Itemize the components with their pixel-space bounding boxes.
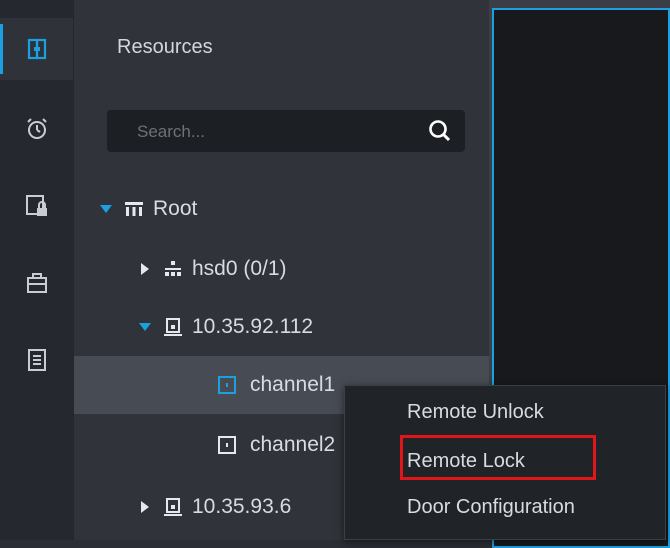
caret-down-icon[interactable] <box>99 202 113 216</box>
search-input[interactable] <box>107 110 439 154</box>
tree-node-hsd0[interactable]: hsd0 (0/1) <box>74 240 554 298</box>
tree-node-label: hsd0 (0/1) <box>192 257 287 280</box>
channel-icon <box>218 376 236 394</box>
menu-item-door-configuration[interactable]: Door Configuration <box>407 496 575 519</box>
root-server-icon <box>125 202 143 216</box>
search-icon[interactable] <box>427 118 453 144</box>
alarm-clock-icon <box>26 118 47 139</box>
tree-node-root[interactable]: Root <box>74 180 515 238</box>
context-menu: Remote Unlock Remote Lock Door Configura… <box>344 385 666 540</box>
rail-item-alarm[interactable] <box>0 98 73 160</box>
rail-item-toolbox[interactable] <box>0 252 73 314</box>
locked-screen-icon <box>25 195 47 216</box>
tree-node-label: 10.35.92.112 <box>192 315 314 338</box>
tree-node-label: 10.35.93.6 <box>192 495 292 518</box>
toolbox-icon <box>26 273 47 293</box>
rail-item-door-access[interactable] <box>0 18 73 80</box>
panel-title: Resources <box>117 36 213 58</box>
device-icon <box>164 498 182 516</box>
network-icon <box>165 261 181 276</box>
caret-right-icon[interactable] <box>138 262 152 276</box>
caret-right-icon[interactable] <box>138 500 152 514</box>
tree-node-label: channel2 <box>250 433 336 456</box>
door-access-icon <box>27 38 46 60</box>
tree-node-label: channel1 <box>250 373 336 396</box>
device-icon <box>164 318 182 336</box>
rail-item-lock-screen[interactable] <box>0 175 73 237</box>
tree-node-label: Root <box>153 197 198 220</box>
tree-node-device-1[interactable]: 10.35.92.112 <box>74 298 554 356</box>
caret-down-icon[interactable] <box>138 320 152 334</box>
search-box <box>107 110 465 154</box>
rail-item-document[interactable] <box>0 329 73 391</box>
menu-item-remote-unlock[interactable]: Remote Unlock <box>407 401 544 424</box>
menu-item-remote-lock[interactable]: Remote Lock <box>407 450 525 473</box>
document-list-icon <box>27 349 46 371</box>
channel-icon <box>218 436 236 454</box>
icon-rail <box>0 0 73 540</box>
